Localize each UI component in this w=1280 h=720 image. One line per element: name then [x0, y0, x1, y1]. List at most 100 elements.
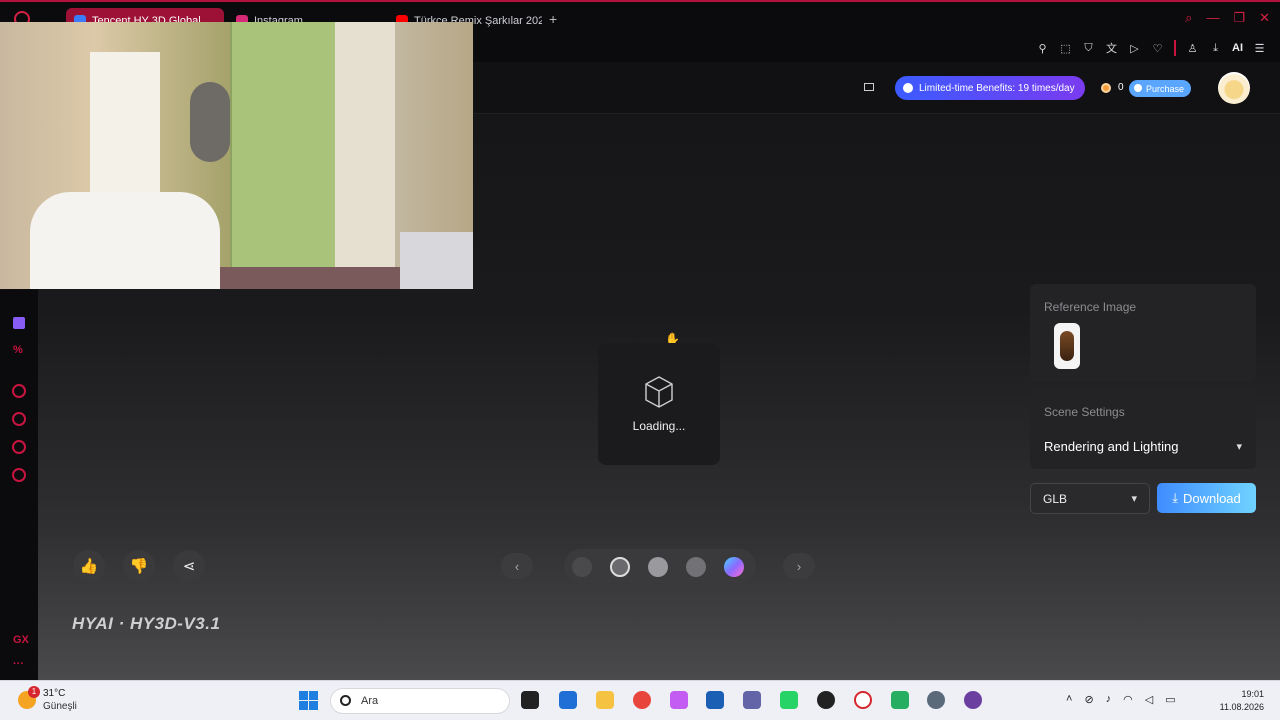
minimize-icon[interactable]: —: [1206, 10, 1219, 26]
download-label: Download: [1182, 490, 1241, 506]
promo-label: Limited-time Benefits: 19 times/day: [919, 82, 1075, 94]
next-arrow-button[interactable]: ›: [783, 553, 815, 579]
reference-image-panel: Reference Image: [1030, 284, 1256, 382]
cockroach-image: [1060, 331, 1074, 361]
player-icon[interactable]: [12, 384, 26, 398]
profile-icon[interactable]: ♙: [1186, 42, 1199, 55]
heart-icon[interactable]: ♡: [1151, 42, 1164, 55]
copilot-icon[interactable]: [670, 691, 688, 709]
purchase-button[interactable]: Purchase: [1129, 80, 1192, 97]
translate-icon[interactable]: 文: [1105, 42, 1118, 55]
thumbs-down-icon: 👎: [129, 558, 149, 575]
search-icon[interactable]: ⌕: [1185, 10, 1192, 26]
whatsapp-icon[interactable]: [780, 691, 798, 709]
scene-settings-panel: Scene Settings Rendering and Lighting ▾: [1030, 389, 1256, 469]
chat-app-icon[interactable]: [964, 691, 982, 709]
avatar[interactable]: [1218, 72, 1250, 104]
menu-icon[interactable]: ☰: [1253, 42, 1266, 55]
reference-title: Reference Image: [1044, 300, 1137, 314]
format-value: GLB: [1043, 491, 1068, 506]
chevron-up-icon[interactable]: ˄: [1066, 693, 1072, 706]
teams-icon[interactable]: [743, 691, 761, 709]
weather-temp: 31°C: [43, 688, 66, 699]
shield-icon[interactable]: ⛉: [1082, 42, 1095, 55]
gradient-material-button[interactable]: [724, 557, 744, 577]
download-icon: ⤓: [1172, 490, 1178, 505]
more-icon[interactable]: ···: [13, 658, 24, 670]
bed: [400, 232, 473, 289]
windows-taskbar: 1 31°C Güneşli Ara ˄ ⊘ ♪ ◠ ◁ ▭ 19:01 11.…: [0, 680, 1280, 720]
ai-button[interactable]: AI: [1232, 42, 1243, 54]
normal-material-button[interactable]: [686, 557, 706, 577]
file-explorer-icon[interactable]: [596, 691, 614, 709]
obs-icon[interactable]: [817, 691, 835, 709]
dislike-button[interactable]: 👎: [123, 550, 155, 582]
hanging-clothes: [190, 82, 230, 162]
share-icon: ⋖: [182, 558, 196, 575]
clock-time: 19:01: [1241, 689, 1264, 699]
settings-icon[interactable]: [12, 468, 26, 482]
download-button[interactable]: ⤓ Download: [1157, 483, 1256, 513]
white-material-button[interactable]: [648, 557, 668, 577]
settings-icon[interactable]: [927, 691, 945, 709]
download-icon[interactable]: ⤓: [1209, 42, 1222, 55]
extensions-toolbar: ⚲ ⬚ ⛉ 文 ▷ ♡ ♙ ⤓ AI ☰: [474, 34, 1280, 62]
clock[interactable]: 19:01 11.08.2026: [1220, 688, 1264, 714]
like-button[interactable]: 👍: [73, 550, 105, 582]
play-icon[interactable]: ▷: [1128, 42, 1141, 55]
store-icon[interactable]: [706, 691, 724, 709]
purchase-label: Purchase: [1146, 83, 1185, 94]
webcam-overlay: [0, 22, 473, 289]
gx-icon[interactable]: GX: [13, 634, 29, 646]
close-icon[interactable]: ✕: [1259, 10, 1270, 26]
search-icon: [340, 695, 351, 706]
outlook-icon[interactable]: [559, 691, 577, 709]
chevron-left-icon: ‹: [514, 558, 520, 574]
wardrobe-white: [335, 22, 395, 277]
task-view-icon[interactable]: [521, 691, 539, 709]
sheets-icon[interactable]: [891, 691, 909, 709]
material-toolbar: [564, 549, 756, 583]
wifi-icon[interactable]: ◠: [1123, 693, 1133, 706]
toolbar-divider: [1174, 40, 1176, 56]
windows-start-icon[interactable]: [299, 691, 318, 710]
network-off-icon[interactable]: ⊘: [1084, 693, 1093, 706]
loading-card: Loading...: [598, 343, 720, 465]
promo-banner[interactable]: Limited-time Benefits: 19 times/day: [895, 76, 1085, 100]
extensions-icon[interactable]: [12, 440, 26, 454]
mail-icon[interactable]: [864, 83, 874, 91]
scene-option-label: Rendering and Lighting: [1044, 439, 1179, 454]
battery-icon[interactable]: ▭: [1165, 693, 1175, 706]
textured-material-button[interactable]: [610, 557, 630, 577]
carpet: [200, 267, 410, 289]
restore-icon[interactable]: ❐: [1233, 10, 1245, 26]
chevron-down-icon: ▾: [1131, 493, 1137, 505]
wardrobe-green: [230, 22, 335, 277]
cube-icon: [645, 376, 673, 408]
chevron-down-icon: ▾: [1236, 441, 1242, 453]
notification-badge: 1: [28, 686, 40, 698]
snapshot-icon[interactable]: ⬚: [1059, 42, 1072, 55]
discount-icon[interactable]: %: [13, 344, 23, 356]
chevron-right-icon: ›: [796, 558, 802, 574]
prev-arrow-button[interactable]: ‹: [501, 553, 533, 579]
thumbs-up-icon: 👍: [79, 558, 99, 575]
pin-icon[interactable]: ⚲: [1036, 42, 1049, 55]
chrome-icon[interactable]: [633, 691, 651, 709]
microphone-icon[interactable]: ♪: [1106, 693, 1112, 706]
coin-icon: [1101, 83, 1111, 93]
new-tab-button[interactable]: +: [549, 11, 557, 27]
reference-thumbnail[interactable]: [1054, 323, 1080, 369]
format-select[interactable]: GLB ▾: [1030, 483, 1150, 514]
history-icon[interactable]: [12, 412, 26, 426]
gift-icon: [903, 83, 913, 93]
taskbar-search[interactable]: Ara: [330, 688, 510, 714]
share-button[interactable]: ⋖: [173, 550, 205, 582]
rotate-icon[interactable]: [572, 557, 592, 577]
twitch-icon[interactable]: [13, 317, 25, 329]
diamond-icon: [1134, 84, 1142, 92]
brand-watermark: HYAI · HY3D-V3.1: [72, 614, 221, 633]
opera-icon[interactable]: [854, 691, 872, 709]
rendering-lighting-dropdown[interactable]: Rendering and Lighting ▾: [1044, 439, 1242, 454]
volume-icon[interactable]: ◁: [1145, 693, 1153, 706]
